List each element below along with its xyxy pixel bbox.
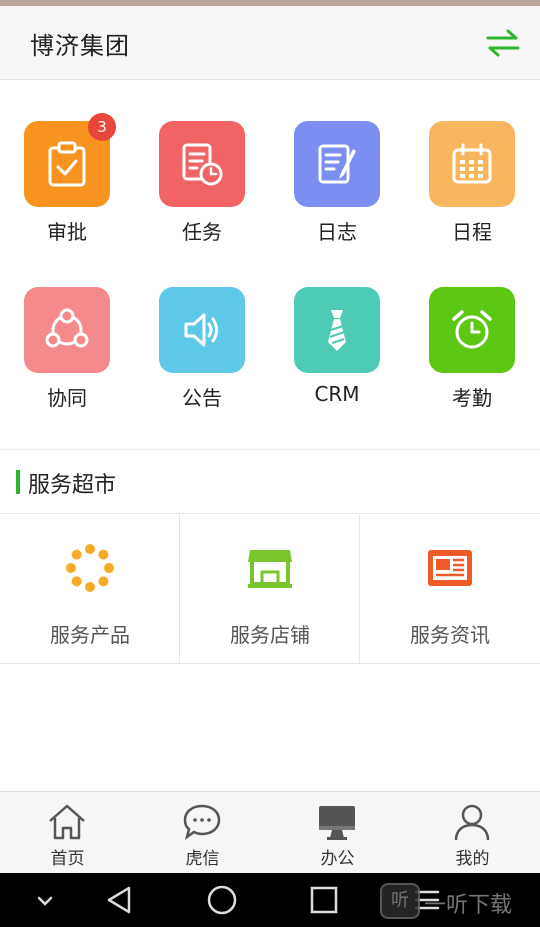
watermark-text: 一听下载 (424, 893, 513, 918)
app-tile-approval[interactable]: 3 审批 (12, 113, 122, 261)
app-tile-schedule[interactable]: 日程 (417, 121, 527, 261)
tab-label: 虎信 (185, 849, 220, 869)
app-icon-bg (429, 121, 515, 207)
tab-chat[interactable]: 虎信 (135, 792, 270, 874)
app-label: 公告 (182, 386, 222, 410)
person-icon (454, 804, 490, 841)
app-icon-bg (294, 287, 380, 373)
app-icon-bg (159, 121, 245, 207)
app-icon-bg (294, 121, 380, 207)
app-label: 日志 (317, 220, 357, 244)
tab-home[interactable]: 首页 (0, 792, 135, 874)
app-tile-collaboration[interactable]: 协同 (12, 287, 122, 427)
android-nav-bar: 听 一听下载 (0, 873, 540, 927)
chat-bubble-icon (183, 804, 221, 840)
notification-badge: 3 (88, 113, 116, 141)
page-title: 博济集团 (30, 32, 130, 60)
storefront-icon (248, 550, 292, 588)
app-tile-task[interactable]: 任务 (147, 121, 257, 261)
service-label: 服务产品 (50, 623, 130, 647)
app-tile-attendance[interactable]: 考勤 (417, 287, 527, 427)
back-triangle-icon[interactable] (103, 883, 137, 917)
speaker-icon (184, 313, 218, 347)
notepad-pen-icon (318, 144, 356, 184)
bottom-tab-bar: 首页 虎信 办公 我的 (0, 791, 540, 873)
app-grid: 3 审批 任务 日志 日程 协同 公告 CRM 考勤 (0, 80, 540, 450)
recents-square-icon[interactable] (307, 883, 341, 917)
chevron-down-icon[interactable] (28, 883, 62, 917)
app-label: 日程 (452, 220, 492, 244)
collaboration-icon (45, 308, 89, 348)
tab-label: 首页 (50, 849, 85, 869)
service-news[interactable]: 服务资讯 (360, 514, 540, 664)
service-market-header: 服务超市 (0, 450, 540, 514)
app-label: 任务 (182, 220, 222, 244)
app-tile-notice[interactable]: 公告 (147, 287, 257, 427)
watermark: 听 一听下载 (380, 883, 540, 919)
desktop-icon (319, 806, 355, 840)
section-title: 服务超市 (28, 473, 117, 498)
home-circle-icon[interactable] (205, 883, 239, 917)
app-tile-log[interactable]: 日志 (282, 121, 392, 261)
newspaper-icon (428, 550, 472, 586)
app-icon-bg (24, 287, 110, 373)
app-tile-crm[interactable]: CRM (282, 287, 392, 427)
service-label: 服务店铺 (230, 623, 310, 647)
switch-arrows-icon[interactable] (486, 28, 520, 58)
app-header: 博济集团 (0, 6, 540, 80)
tie-icon (328, 310, 346, 351)
service-shops[interactable]: 服务店铺 (180, 514, 360, 664)
task-clock-icon (182, 143, 223, 186)
calendar-icon (452, 143, 492, 184)
home-icon (49, 804, 85, 840)
app-icon-bg (159, 287, 245, 373)
app-icon-bg (429, 287, 515, 373)
dots-ring-icon (66, 544, 114, 592)
alarm-clock-icon (452, 310, 492, 349)
service-products[interactable]: 服务产品 (0, 514, 180, 664)
section-accent-bar (16, 470, 20, 494)
tab-label: 办公 (320, 849, 355, 869)
app-label: 协同 (47, 386, 87, 410)
watermark-badge: 听 (380, 883, 420, 919)
app-label: CRM (314, 382, 360, 406)
tab-label: 我的 (455, 849, 490, 869)
tab-mine[interactable]: 我的 (405, 792, 540, 874)
clipboard-check-icon (48, 141, 86, 187)
app-label: 审批 (47, 220, 87, 244)
service-market: 服务产品 服务店铺 服务资讯 (0, 514, 540, 664)
service-label: 服务资讯 (410, 623, 490, 647)
tab-office[interactable]: 办公 (270, 792, 405, 874)
app-label: 考勤 (452, 386, 492, 410)
